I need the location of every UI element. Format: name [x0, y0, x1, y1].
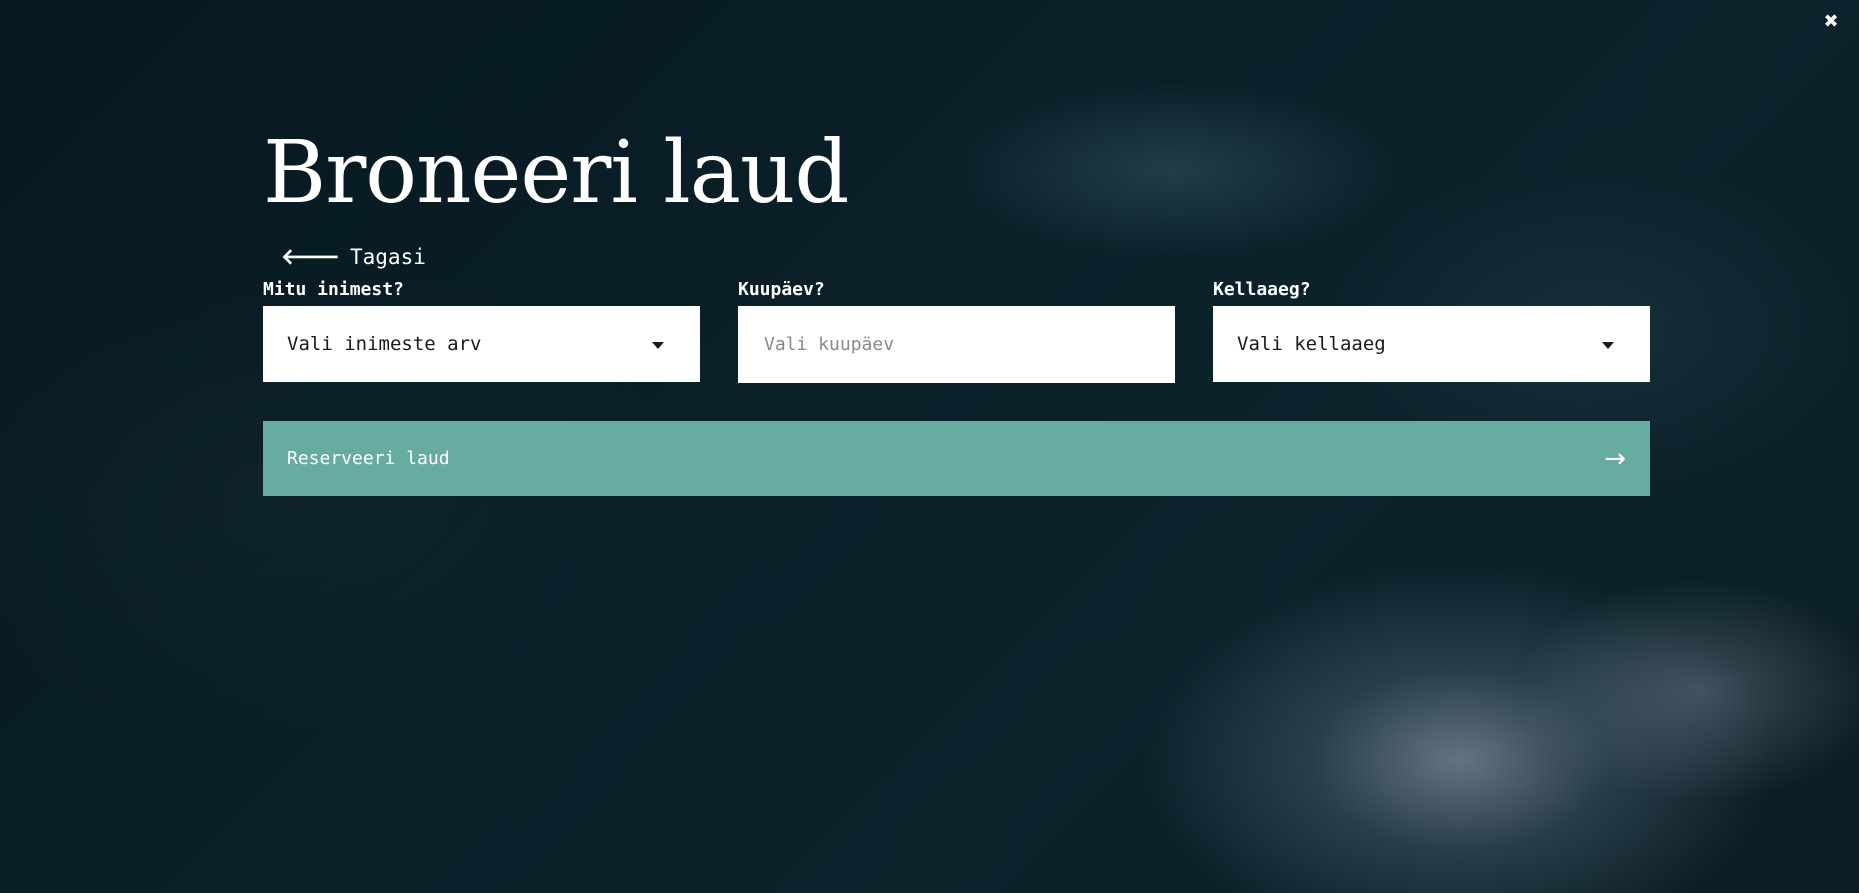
booking-modal: Broneeri laud 🡐 Tagasi Mitu inimest? Val… — [263, 130, 1650, 496]
people-field: Mitu inimest? Vali inimeste arv — [263, 279, 700, 383]
time-label: Kellaaeg? — [1213, 279, 1311, 300]
date-input[interactable] — [738, 306, 1175, 383]
time-field: Kellaaeg? Vali kellaaeg — [1213, 279, 1650, 383]
back-link[interactable]: 🡐 Tagasi — [281, 244, 426, 270]
back-link-label: Tagasi — [350, 245, 426, 269]
time-select[interactable]: Vali kellaaeg — [1213, 306, 1650, 382]
reserve-button[interactable]: Reserveeri laud → — [263, 421, 1650, 496]
reserve-button-label: Reserveeri laud — [287, 448, 450, 469]
arrow-right-icon: → — [1604, 443, 1626, 474]
date-field: Kuupäev? — [738, 279, 1175, 383]
booking-fields: Mitu inimest? Vali inimeste arv Kuupäev?… — [263, 279, 1650, 383]
caret-down-icon — [1602, 342, 1614, 349]
date-label: Kuupäev? — [738, 279, 825, 300]
people-label: Mitu inimest? — [263, 279, 404, 300]
arrow-left-icon: 🡐 — [281, 245, 340, 270]
people-select[interactable]: Vali inimeste arv — [263, 306, 700, 382]
page-title: Broneeri laud — [263, 123, 849, 223]
close-icon[interactable]: ✖ — [1821, 12, 1841, 32]
people-select-value: Vali inimeste arv — [287, 333, 482, 355]
time-select-value: Vali kellaaeg — [1237, 333, 1386, 355]
caret-down-icon — [652, 342, 664, 349]
